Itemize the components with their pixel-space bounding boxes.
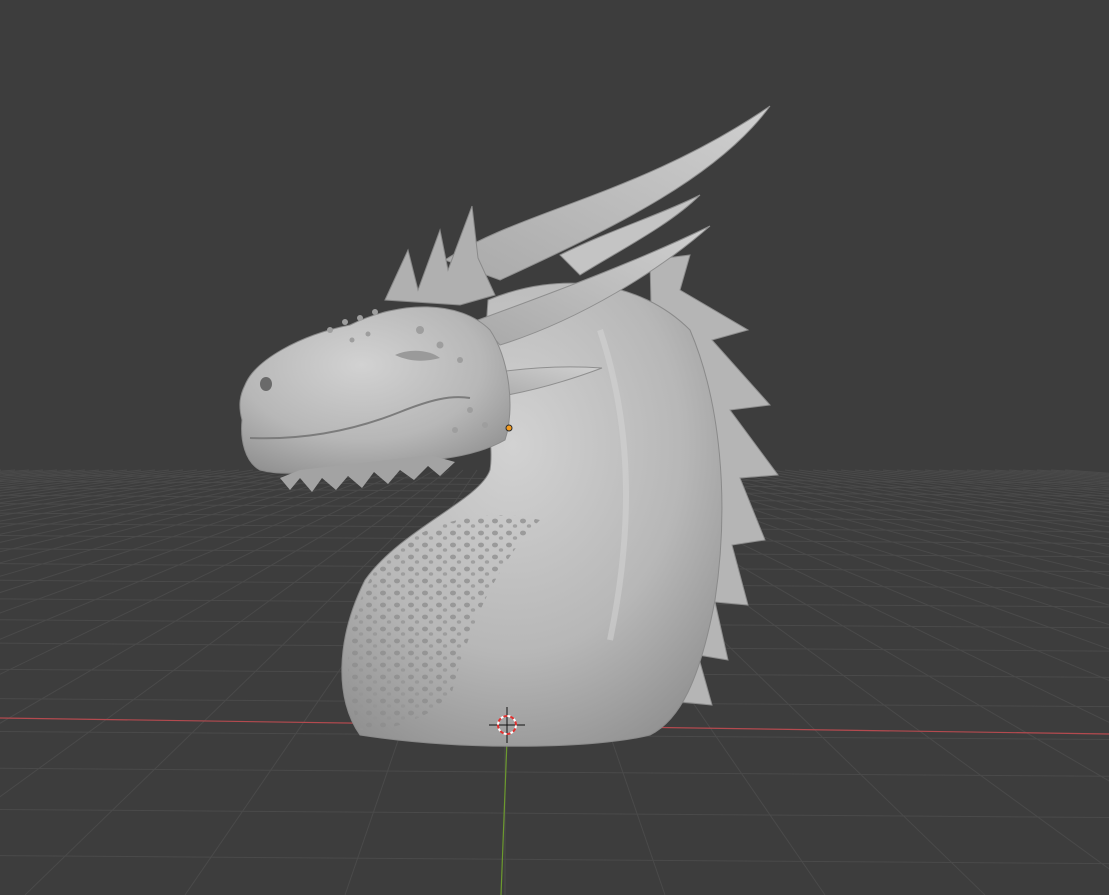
object-origin-dot[interactable]	[505, 424, 513, 432]
viewport-canvas[interactable]	[0, 0, 1109, 895]
3d-viewport[interactable]	[0, 0, 1109, 895]
nostril	[260, 377, 272, 391]
